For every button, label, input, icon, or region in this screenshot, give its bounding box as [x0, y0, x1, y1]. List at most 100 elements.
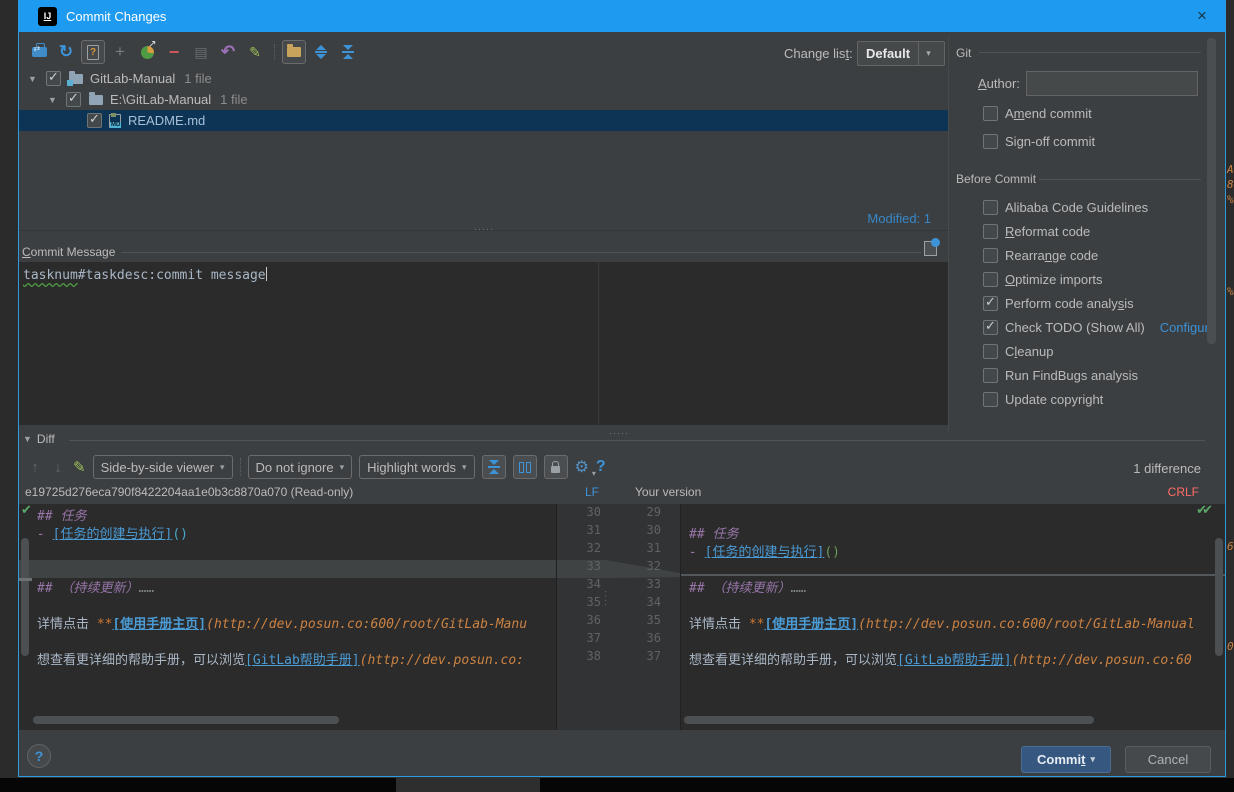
commit-changes-icon[interactable]	[27, 40, 51, 64]
option-cleanup[interactable]: Cleanup	[983, 344, 1053, 359]
rollback-icon[interactable]: ↶	[216, 40, 240, 64]
code-line	[19, 595, 556, 613]
splitter-grip-icon[interactable]: ·····	[609, 428, 629, 438]
diff-left-editor[interactable]: ## 任务 - [任务的创建与执行]() ## （持续更新）…… 详情点击 **…	[19, 504, 557, 730]
code-line	[681, 595, 1225, 613]
tree-item-count: 1 file	[220, 92, 247, 107]
left-line-ending[interactable]: LF	[585, 485, 599, 499]
right-vertical-scrollbar[interactable]	[1215, 538, 1223, 656]
help-icon[interactable]: ?	[596, 458, 606, 476]
diff-gutter: 30 31 32 33 34 35 36 37 38 29 30 31 32 3…	[557, 504, 681, 730]
cancel-button[interactable]: Cancel	[1125, 746, 1211, 773]
tree-checkbox[interactable]	[66, 92, 81, 107]
commit-message-editor[interactable]: tasknum#taskdesc:commit message	[19, 262, 948, 425]
file-question-icon: ?	[87, 45, 99, 60]
signoff-commit-option[interactable]: Sign-off commit	[983, 134, 1095, 149]
tree-row-module[interactable]: ▼ GitLab-Manual 1 file	[19, 68, 948, 89]
viewer-type-combo[interactable]: Side-by-side viewer ▾	[93, 455, 233, 479]
checkbox[interactable]	[983, 296, 998, 311]
tree-checkbox[interactable]	[46, 71, 61, 86]
collapse-all-icon[interactable]	[336, 40, 360, 64]
left-horizontal-scrollbar[interactable]	[33, 716, 339, 724]
option-label: Reformat code	[1005, 224, 1090, 239]
close-button[interactable]: ×	[1191, 5, 1213, 27]
code-fragment: 6.	[1227, 540, 1234, 553]
desktop: A 8 % % 6. 0 IJ Commit Changes × ↻ ? + −…	[0, 0, 1234, 792]
tree-checkbox[interactable]	[87, 113, 102, 128]
checkbox[interactable]	[983, 344, 998, 359]
right-line-ending[interactable]: CRLF	[1168, 485, 1199, 499]
line-number: 35	[621, 613, 661, 631]
author-input[interactable]	[1026, 71, 1198, 96]
diff-section-header[interactable]: ▼ Diff	[23, 432, 55, 446]
read-only-lock-toggle[interactable]	[544, 455, 568, 479]
move-to-changelist-icon[interactable]	[135, 40, 159, 64]
line-number: 35	[561, 595, 601, 613]
changelist-combo[interactable]: Default ▾	[857, 41, 945, 66]
whitespace-policy-combo[interactable]: Do not ignore ▾	[248, 455, 353, 479]
checkbox[interactable]	[983, 272, 998, 287]
show-unversioned-files-icon[interactable]: ?	[81, 40, 105, 64]
dialog-titlebar[interactable]: IJ Commit Changes ×	[19, 0, 1225, 32]
cancel-button-label: Cancel	[1148, 752, 1188, 767]
gear-icon[interactable]: ⚙	[575, 457, 589, 477]
refresh-changes-icon[interactable]: ↻	[54, 40, 78, 64]
tree-item-label: README.md	[128, 113, 205, 128]
right-horizontal-scrollbar[interactable]	[684, 716, 1094, 724]
checkbox[interactable]	[983, 392, 998, 407]
show-diff-icon[interactable]: ✎	[243, 40, 267, 64]
option-label: Run FindBugs analysis	[1005, 368, 1138, 383]
next-difference-icon[interactable]: ↓	[50, 459, 66, 476]
signoff-commit-checkbox[interactable]	[983, 134, 998, 149]
option-check-todo[interactable]: Check TODO (Show All) Configure	[983, 320, 1216, 335]
group-by-directory-icon[interactable]	[282, 40, 306, 64]
amend-commit-option[interactable]: Amend commit	[983, 106, 1092, 121]
checkbox[interactable]	[983, 248, 998, 263]
suitcase-icon	[32, 47, 47, 57]
gutter-splitter-grip-icon[interactable]: ····	[600, 590, 611, 607]
diff-header-rule	[69, 440, 1205, 441]
tree-row-directory[interactable]: ▼ E:\GitLab-Manual 1 file	[19, 89, 948, 110]
option-update-copyright[interactable]: Update copyright	[983, 392, 1103, 407]
checkbox[interactable]	[983, 368, 998, 383]
splitter-grip-icon[interactable]: ·····	[474, 224, 494, 234]
delete-icon[interactable]: −	[162, 40, 186, 64]
help-button[interactable]: ?	[27, 744, 51, 768]
code-fragment: %	[1227, 285, 1234, 298]
option-run-findbugs[interactable]: Run FindBugs analysis	[983, 368, 1138, 383]
commit-button[interactable]: Commit ▾	[1021, 746, 1111, 773]
diff-expander-icon[interactable]: ▼	[23, 434, 32, 444]
checkbox[interactable]	[983, 224, 998, 239]
previous-difference-icon[interactable]: ↑	[27, 459, 43, 476]
option-perform-code-analysis[interactable]: Perform code analysis	[983, 296, 1134, 311]
line-number: 32	[621, 559, 661, 577]
apply-change-icon[interactable]: ✔	[21, 504, 32, 518]
line-number: 30	[561, 505, 601, 523]
amend-commit-checkbox[interactable]	[983, 106, 998, 121]
tree-expander-icon[interactable]: ▼	[48, 95, 57, 105]
expand-all-icon[interactable]	[309, 40, 333, 64]
option-rearrange-code[interactable]: Rearrange code	[983, 248, 1098, 263]
checkbox[interactable]	[983, 320, 998, 335]
commit-message-text: tasknum#taskdesc:commit message	[23, 267, 267, 283]
tree-expander-icon[interactable]: ▼	[28, 74, 37, 84]
option-optimize-imports[interactable]: Optimize imports	[983, 272, 1103, 287]
highlight-mode-combo[interactable]: Highlight words ▾	[359, 455, 474, 479]
changes-applied-icon[interactable]: ✔	[1202, 504, 1213, 518]
left-vertical-scrollbar[interactable]	[21, 538, 29, 656]
option-reformat-code[interactable]: Reformat code	[983, 224, 1090, 239]
taskbar-item[interactable]	[396, 778, 540, 792]
tree-row-file-selected[interactable]: README.md	[19, 110, 948, 131]
changelist-icon[interactable]: ▤	[189, 40, 213, 64]
chevron-down-icon[interactable]: ▾	[918, 42, 938, 65]
collapse-unchanged-toggle[interactable]	[482, 455, 506, 479]
chevron-down-icon[interactable]: ▾	[1090, 754, 1095, 765]
synchronize-scrolling-toggle[interactable]	[513, 455, 537, 479]
option-alibaba-guidelines[interactable]: Alibaba Code Guidelines	[983, 200, 1148, 215]
jump-to-source-icon[interactable]: ✎	[73, 458, 86, 476]
message-history-icon[interactable]	[924, 241, 937, 256]
checkbox[interactable]	[983, 200, 998, 215]
add-file-icon[interactable]: +	[108, 40, 132, 64]
options-scrollbar[interactable]	[1207, 38, 1216, 344]
diff-right-editor[interactable]: ## 任务 - [任务的创建与执行]() ## （持续更新）…… 详情点击 **…	[681, 504, 1225, 730]
